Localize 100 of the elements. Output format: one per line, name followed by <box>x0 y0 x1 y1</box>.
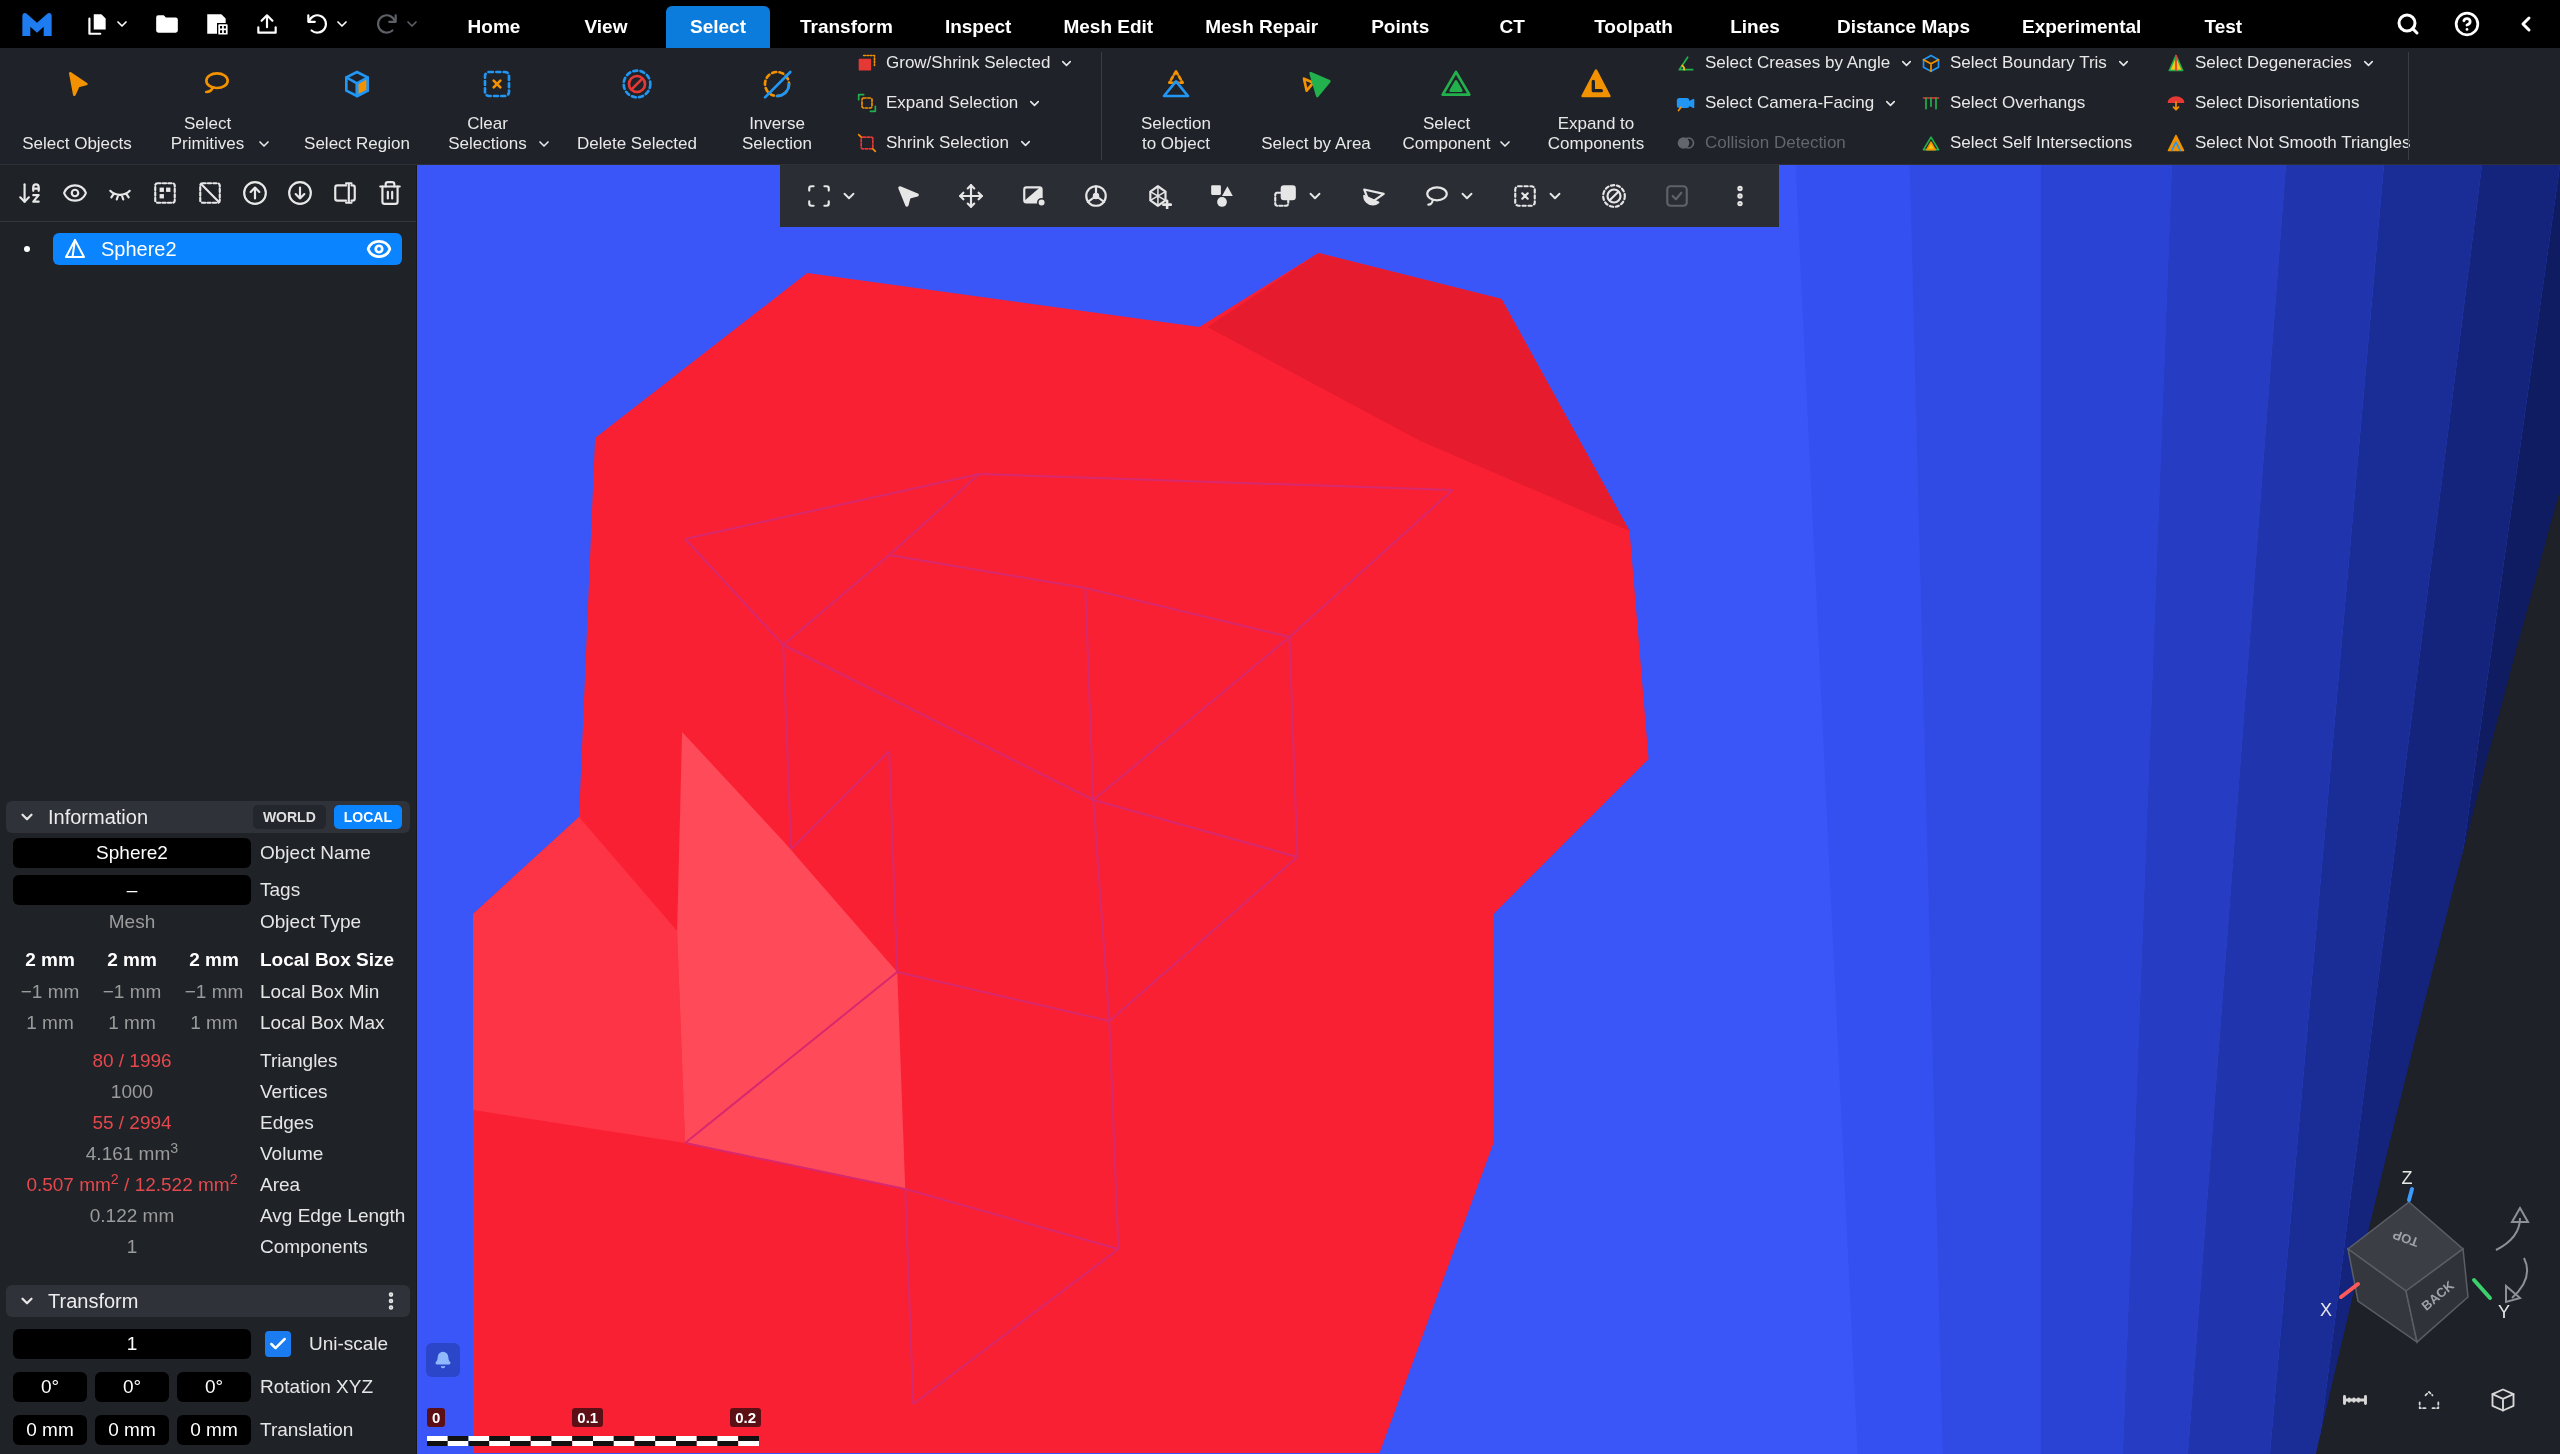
overlapping-squares-icon[interactable] <box>1271 183 1298 209</box>
save-icon[interactable] <box>204 11 230 37</box>
menu-tab[interactable]: CT <box>1460 6 1565 48</box>
ribbon-button[interactable]: Select Region <box>287 48 427 164</box>
scale-label: 0.2 <box>730 1408 761 1427</box>
ribbon-button[interactable]: Delete Selected <box>567 48 707 164</box>
checkbox[interactable] <box>265 1331 291 1357</box>
ribbon-button[interactable]: Select Component <box>1386 48 1526 164</box>
menu-tab[interactable]: Home <box>442 6 546 48</box>
ribbon-button[interactable]: Select Camera-Facing <box>1676 88 1899 118</box>
dashed-x-square-icon[interactable] <box>1512 183 1539 209</box>
split-circle-icon <box>761 68 793 100</box>
lasso-icon[interactable] <box>1423 183 1450 209</box>
dashed-slash-square-icon[interactable] <box>197 180 223 206</box>
notification-button[interactable] <box>426 1343 460 1377</box>
dashed-prohibited-icon[interactable] <box>1601 183 1628 209</box>
ribbon-button[interactable]: Selection to Object <box>1106 48 1246 164</box>
move-icon[interactable] <box>957 183 984 209</box>
ribbon-button[interactable]: Select Disorientations <box>2166 88 2360 118</box>
frame-toggle[interactable]: WORLD <box>252 805 326 829</box>
input-field[interactable]: 0° <box>13 1372 87 1402</box>
info-value: Mesh <box>108 910 156 935</box>
bullet-icon <box>24 246 30 252</box>
info-value: 80 / 1996 <box>92 1049 172 1074</box>
ribbon-button[interactable]: Clear Selections <box>427 48 567 164</box>
menu-tab[interactable]: Lines <box>1702 6 1807 48</box>
panel-header[interactable]: Transform <box>6 1285 410 1317</box>
info-label: Edges <box>260 1111 314 1136</box>
input-field[interactable]: – <box>13 875 251 905</box>
flipped-face-icon <box>2166 93 2186 113</box>
input-field[interactable]: 0° <box>177 1372 251 1402</box>
wireframe-plus-icon[interactable] <box>1146 183 1173 209</box>
menu-tab[interactable]: Toolpath <box>1572 6 1695 48</box>
info-value: 2 mm <box>189 947 239 972</box>
menu-tab[interactable]: Test <box>2171 6 2276 48</box>
circle-spokes-icon[interactable] <box>1083 183 1110 209</box>
info-label: Object Type <box>260 910 362 935</box>
info-label: Avg Edge Length <box>260 1204 406 1229</box>
frame-toggle[interactable]: LOCAL <box>333 805 402 829</box>
menu-tab[interactable]: Select <box>666 6 770 48</box>
ribbon-button[interactable]: Expand to Components <box>1526 48 1666 164</box>
frame-icon[interactable] <box>806 183 832 209</box>
ribbon-button[interactable]: Shrink Selection <box>857 128 1033 158</box>
menu-tab[interactable]: Transform <box>778 6 915 48</box>
search-icon[interactable] <box>2396 12 2420 36</box>
shrink-icon <box>857 133 877 153</box>
cube-icon[interactable] <box>2489 1386 2517 1414</box>
checkbox-label: Uni-scale <box>309 1331 389 1356</box>
image-gear-icon[interactable] <box>1020 183 1047 209</box>
ribbon-button[interactable]: Select Self Intersections <box>1921 128 2133 158</box>
menu-tab[interactable]: Mesh Repair <box>1183 6 1341 48</box>
ribbon-button[interactable]: Select Boundary Tris <box>1921 48 2131 78</box>
arrow-up-circle-icon[interactable] <box>242 180 268 206</box>
menu-tab[interactable]: Distance Maps <box>1814 6 1992 48</box>
rotate-arrow-icon[interactable] <box>2495 1206 2530 1251</box>
shapes-icon[interactable] <box>1209 183 1236 209</box>
ribbon-button[interactable]: Select Objects <box>7 48 147 164</box>
info-value: 55 / 2994 <box>92 1111 172 1136</box>
split-box-icon[interactable] <box>332 180 358 206</box>
ribbon-button[interactable]: Select by Area <box>1246 48 1386 164</box>
info-value: 1 <box>126 1235 138 1260</box>
upload-icon[interactable] <box>254 11 280 37</box>
info-label: Area <box>260 1173 301 1198</box>
axis-line <box>2407 1187 2414 1202</box>
panel-header[interactable]: Information WORLD LOCAL <box>6 801 410 833</box>
input-field[interactable]: 1 <box>13 1329 251 1359</box>
rotate-arrow-icon[interactable] <box>2505 1257 2529 1304</box>
ribbon-button[interactable]: Inverse Selection <box>707 48 847 164</box>
sort-icon[interactable] <box>17 180 43 206</box>
arrow-down-circle-icon[interactable] <box>287 180 313 206</box>
ribbon-button[interactable]: Select Primitives <box>147 48 287 164</box>
menu-tab[interactable]: Inspect <box>922 6 1034 48</box>
ribbon-button[interactable]: Expand Selection <box>857 88 1043 118</box>
triangle-outline-icon <box>63 237 87 261</box>
undo-icon[interactable] <box>304 11 330 37</box>
menu-tab[interactable]: Experimental <box>2000 6 2164 48</box>
box-icon <box>1921 53 1941 73</box>
trash-icon[interactable] <box>377 180 403 206</box>
input-field[interactable]: 0 mm <box>177 1415 251 1445</box>
input-field[interactable]: 0 mm <box>13 1415 87 1445</box>
input-field[interactable]: 0 mm <box>95 1415 169 1445</box>
menu-tab[interactable]: Points <box>1348 6 1453 48</box>
dashed-grid-icon[interactable] <box>152 180 178 206</box>
info-value: 1 mm <box>190 1011 238 1036</box>
info-label: Volume <box>260 1142 324 1167</box>
menu-tab[interactable]: View <box>554 6 658 48</box>
info-value: 1 mm <box>108 1011 156 1036</box>
info-label: Local Box Max <box>260 1011 385 1036</box>
thin-triangle-icon <box>2166 53 2186 73</box>
input-field[interactable]: Sphere2 <box>13 838 251 868</box>
ribbon-button[interactable]: Select Degeneracies <box>2166 48 2376 78</box>
view-cube[interactable] <box>2346 1201 2469 1344</box>
ribbon-button[interactable]: Select Overhangs <box>1921 88 2086 118</box>
axis-line <box>2339 1282 2360 1299</box>
ribbon-button[interactable]: Select Creases by Angle <box>1676 48 1915 78</box>
ribbon-button[interactable]: Grow/Shrink Selected <box>857 48 1075 78</box>
input-field[interactable]: 0° <box>95 1372 169 1402</box>
menu-tab[interactable]: Mesh Edit <box>1041 6 1176 48</box>
tree-item[interactable]: Sphere2 <box>53 233 402 265</box>
help-icon[interactable] <box>2454 11 2480 37</box>
